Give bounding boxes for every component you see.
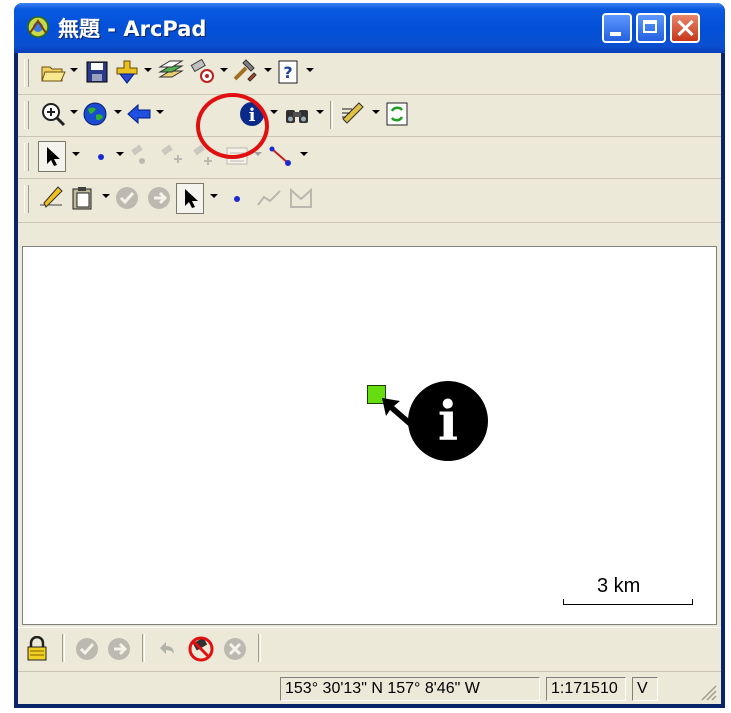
coordinates-readout: 153° 30'13" N 157° 8'46" W bbox=[280, 677, 540, 701]
attributes-dropdown[interactable] bbox=[254, 152, 262, 156]
polyline-dropdown[interactable] bbox=[300, 152, 308, 156]
zoom-in-icon[interactable] bbox=[40, 101, 66, 127]
scale-bar bbox=[563, 599, 693, 605]
select-arrow-icon bbox=[185, 189, 198, 208]
arcpad-logo-icon bbox=[27, 16, 49, 38]
toolbar-grip[interactable] bbox=[24, 185, 29, 213]
scale-readout: 1:171510 bbox=[546, 677, 626, 701]
undo-icon[interactable] bbox=[154, 636, 180, 662]
navigation-toolbar: i bbox=[18, 95, 721, 137]
refresh-icon[interactable] bbox=[384, 101, 410, 127]
svg-text:?: ? bbox=[283, 63, 292, 82]
lock-icon[interactable] bbox=[24, 636, 50, 662]
layers-icon[interactable] bbox=[158, 59, 184, 85]
gps-vertex-icon[interactable] bbox=[158, 143, 184, 169]
point-icon[interactable] bbox=[224, 185, 250, 211]
toolbar-grip[interactable] bbox=[24, 101, 29, 129]
maximize-button[interactable] bbox=[636, 13, 666, 43]
edit-dropdown[interactable] bbox=[372, 110, 380, 114]
add-layer-icon[interactable] bbox=[114, 59, 140, 85]
gps-dropdown[interactable] bbox=[220, 68, 228, 72]
cancel-icon[interactable] bbox=[222, 636, 248, 662]
forward-icon[interactable] bbox=[106, 636, 132, 662]
selection-toolbar bbox=[18, 137, 721, 179]
back-dropdown[interactable] bbox=[156, 110, 164, 114]
scale-label: 3 km bbox=[597, 575, 641, 597]
edit-pen-icon[interactable] bbox=[340, 101, 366, 127]
zoom-dropdown[interactable] bbox=[70, 110, 78, 114]
bottom-toolbar bbox=[18, 627, 721, 670]
polyline-icon[interactable] bbox=[268, 143, 294, 169]
add-layer-dropdown[interactable] bbox=[144, 68, 152, 72]
check-icon[interactable] bbox=[74, 636, 100, 662]
client-area: ? i 3 km 153° 30'13" N 157° 8'46" W 1:17… bbox=[18, 53, 721, 704]
back-arrow-icon[interactable] bbox=[126, 101, 152, 127]
close-button[interactable] bbox=[670, 13, 700, 43]
globe-icon[interactable] bbox=[82, 101, 108, 127]
map-view[interactable]: 3 km bbox=[22, 246, 717, 625]
tools-dropdown[interactable] bbox=[264, 68, 272, 72]
title-bar[interactable]: 無題 - ArcPad bbox=[14, 3, 725, 53]
polyline-icon[interactable] bbox=[256, 185, 282, 211]
toolbar-grip[interactable] bbox=[24, 59, 29, 87]
select-dropdown-2[interactable] bbox=[210, 194, 218, 198]
select-dropdown[interactable] bbox=[72, 152, 80, 156]
point-icon[interactable] bbox=[88, 143, 114, 169]
polygon-icon[interactable] bbox=[288, 185, 314, 211]
arcpad-window: 無題 - ArcPad ? i 3 km 153° 30'13" N 157° … bbox=[14, 3, 725, 708]
gps-point-icon[interactable] bbox=[126, 143, 152, 169]
open-icon[interactable] bbox=[40, 59, 66, 85]
identify-dropdown[interactable] bbox=[270, 110, 278, 114]
open-dropdown[interactable] bbox=[70, 68, 78, 72]
select-arrow-icon bbox=[47, 147, 60, 166]
identify-highlight-circle bbox=[196, 93, 269, 159]
minimize-button[interactable] bbox=[602, 13, 632, 43]
file-toolbar: ? bbox=[18, 53, 721, 95]
toolbar-grip[interactable] bbox=[24, 143, 29, 171]
resize-grip-icon[interactable] bbox=[696, 680, 718, 702]
find-dropdown[interactable] bbox=[316, 110, 324, 114]
point-dropdown[interactable] bbox=[116, 152, 124, 156]
check-icon[interactable] bbox=[114, 185, 140, 211]
select-tool-button-2[interactable] bbox=[176, 183, 204, 214]
edit-toolbar bbox=[18, 179, 721, 223]
no-gps-icon[interactable] bbox=[186, 634, 216, 664]
clipboard-icon[interactable] bbox=[70, 185, 96, 211]
status-bar: 153° 30'13" N 157° 8'46" W 1:171510 V bbox=[18, 671, 721, 705]
mode-indicator: V bbox=[632, 677, 658, 701]
tools-icon[interactable] bbox=[232, 59, 258, 85]
select-tool-button[interactable] bbox=[38, 141, 66, 172]
globe-dropdown[interactable] bbox=[114, 110, 122, 114]
pencil-icon[interactable] bbox=[38, 185, 64, 211]
help-icon[interactable]: ? bbox=[276, 59, 302, 85]
window-title: 無題 - ArcPad bbox=[58, 17, 207, 41]
gps-icon[interactable] bbox=[190, 59, 216, 85]
save-icon[interactable] bbox=[84, 59, 110, 85]
identify-callout-icon: i bbox=[408, 381, 488, 461]
clipboard-dropdown[interactable] bbox=[102, 194, 110, 198]
help-dropdown[interactable] bbox=[306, 68, 314, 72]
find-icon[interactable] bbox=[284, 101, 310, 127]
forward-icon[interactable] bbox=[146, 185, 172, 211]
